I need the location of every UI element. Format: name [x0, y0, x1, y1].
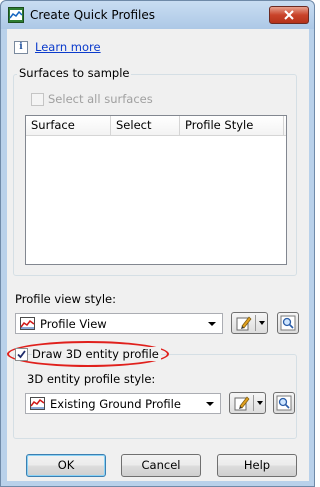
column-header-surface[interactable]: Surface — [26, 116, 111, 136]
edit-profile-view-style-button[interactable] — [231, 312, 268, 334]
edit-style-icon — [236, 316, 252, 331]
column-header-select[interactable]: Select — [111, 116, 180, 136]
preview-entity-profile-style-button[interactable] — [273, 392, 295, 414]
split-divider — [255, 315, 256, 331]
close-icon — [284, 10, 294, 20]
surfaces-table[interactable]: Surface Select Profile Style — [25, 115, 287, 265]
cancel-button[interactable]: Cancel — [121, 454, 201, 477]
learn-more-link[interactable]: Learn more — [35, 40, 101, 54]
window-title: Create Quick Profiles — [30, 8, 155, 22]
entity-profile-style-label: 3D entity profile style: — [27, 372, 156, 386]
create-quick-profiles-dialog: Create Quick Profiles i Learn more Surfa… — [0, 0, 315, 487]
select-all-surfaces-checkbox[interactable] — [31, 93, 44, 106]
select-all-surfaces-label: Select all surfaces — [48, 92, 153, 106]
chevron-down-icon — [208, 322, 216, 326]
chevron-down-icon — [257, 401, 263, 405]
profile-style-icon — [30, 397, 45, 410]
column-header-profile-style[interactable]: Profile Style — [180, 116, 284, 136]
profile-view-style-value: Profile View — [40, 317, 107, 331]
magnifier-icon — [280, 315, 296, 331]
help-button[interactable]: Help — [217, 454, 297, 477]
surfaces-group-label: Surfaces to sample — [17, 66, 132, 80]
close-button[interactable] — [269, 6, 309, 24]
split-divider — [253, 395, 254, 411]
title-bar[interactable]: Create Quick Profiles — [1, 1, 314, 29]
profile-view-style-label: Profile view style: — [15, 292, 117, 306]
dialog-body: i Learn more Surfaces to sample Select a… — [7, 29, 309, 481]
ok-button[interactable]: OK — [26, 454, 106, 477]
edit-style-icon — [234, 396, 250, 411]
profile-view-icon — [20, 317, 35, 330]
draw-3d-entity-profile-checkbox[interactable] — [15, 348, 28, 361]
chevron-down-icon — [259, 321, 265, 325]
edit-entity-profile-style-button[interactable] — [229, 392, 266, 414]
preview-profile-view-style-button[interactable] — [277, 312, 299, 334]
chevron-down-icon — [206, 402, 214, 406]
surfaces-table-header: Surface Select Profile Style — [26, 116, 286, 136]
draw-3d-entity-profile-label: Draw 3D entity profile — [32, 347, 161, 361]
profile-view-style-dropdown[interactable]: Profile View — [15, 313, 223, 334]
entity-profile-style-value: Existing Ground Profile — [50, 397, 181, 411]
info-icon: i — [14, 41, 28, 54]
app-icon — [8, 7, 24, 23]
entity-profile-style-dropdown[interactable]: Existing Ground Profile — [25, 393, 221, 414]
checkmark-icon — [17, 350, 26, 359]
magnifier-icon — [276, 395, 292, 411]
